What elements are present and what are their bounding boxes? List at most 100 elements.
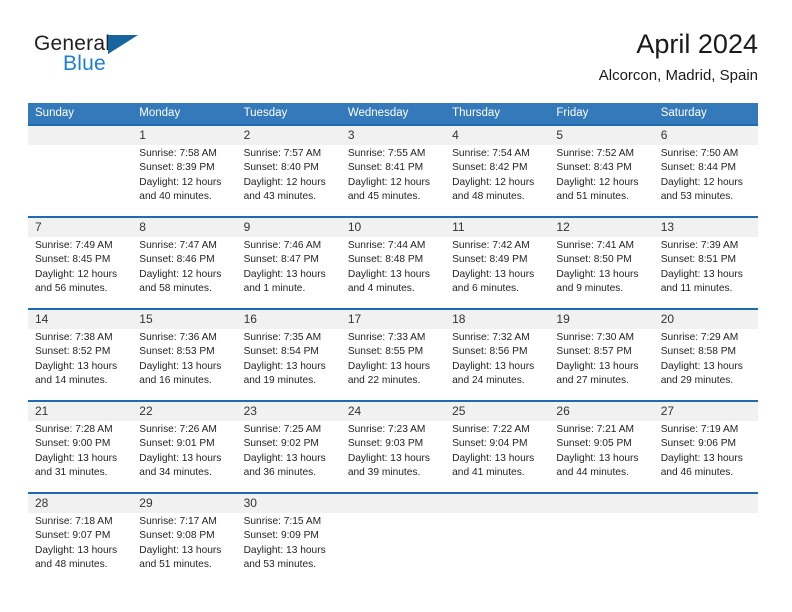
sunset-text: Sunset: 8:42 PM (452, 162, 528, 174)
weekday-header-monday: Monday (139, 107, 181, 119)
day-number: 9 (243, 220, 251, 234)
day-details (35, 145, 125, 147)
day-cell[interactable]: 3 Sunrise: 7:55 AM Sunset: 8:41 PM Dayli… (341, 126, 445, 216)
daylight-text-line2: and 11 minutes. (660, 283, 733, 295)
day-number: 3 (347, 128, 355, 142)
daylight-text-line1: Daylight: 13 hours (660, 452, 743, 464)
sunrise-text: Sunrise: 7:23 AM (347, 424, 426, 435)
day-cell[interactable]: 4 Sunrise: 7:54 AM Sunset: 8:42 PM Dayli… (445, 126, 549, 216)
day-cell[interactable]: 29 Sunrise: 7:17 AM Sunset: 9:08 PM Dayl… (132, 494, 236, 582)
sunset-text: Sunset: 8:57 PM (556, 346, 632, 358)
daylight-text-line1: Daylight: 13 hours (452, 452, 535, 464)
day-cell[interactable]: 11 Sunrise: 7:42 AM Sunset: 8:49 PM Dayl… (445, 218, 549, 308)
day-details: Sunrise: 7:52 AM Sunset: 8:43 PM Dayligh… (556, 145, 646, 205)
day-number: 19 (556, 312, 570, 326)
day-cell[interactable]: 25 Sunrise: 7:22 AM Sunset: 9:04 PM Dayl… (445, 402, 549, 492)
day-cell[interactable]: 20 Sunrise: 7:29 AM Sunset: 8:58 PM Dayl… (654, 310, 758, 400)
day-cell[interactable]: 5 Sunrise: 7:52 AM Sunset: 8:43 PM Dayli… (549, 126, 653, 216)
day-cell[interactable] (28, 126, 132, 216)
day-details (452, 513, 542, 515)
sunset-text: Sunset: 8:54 PM (243, 346, 319, 358)
day-cell[interactable]: 2 Sunrise: 7:57 AM Sunset: 8:40 PM Dayli… (237, 126, 341, 216)
day-details: Sunrise: 7:57 AM Sunset: 8:40 PM Dayligh… (244, 145, 334, 205)
day-cell[interactable]: 10 Sunrise: 7:44 AM Sunset: 8:48 PM Dayl… (341, 218, 445, 308)
day-details: Sunrise: 7:49 AM Sunset: 8:45 PM Dayligh… (35, 237, 125, 297)
daylight-text-line1: Daylight: 13 hours (35, 360, 118, 372)
daylight-text-line1: Daylight: 12 hours (243, 176, 326, 188)
day-number: 7 (35, 220, 42, 234)
day-details: Sunrise: 7:22 AM Sunset: 9:04 PM Dayligh… (452, 421, 542, 481)
sunrise-text: Sunrise: 7:32 AM (452, 332, 530, 343)
daylight-text-line1: Daylight: 13 hours (139, 544, 222, 556)
day-cell[interactable]: 30 Sunrise: 7:15 AM Sunset: 9:09 PM Dayl… (237, 494, 341, 582)
daylight-text-line2: and 14 minutes. (35, 375, 108, 387)
day-cell[interactable]: 26 Sunrise: 7:21 AM Sunset: 9:05 PM Dayl… (549, 402, 653, 492)
day-cell[interactable]: 16 Sunrise: 7:35 AM Sunset: 8:54 PM Dayl… (237, 310, 341, 400)
day-number: 12 (556, 220, 570, 234)
day-cell[interactable]: 7 Sunrise: 7:49 AM Sunset: 8:45 PM Dayli… (28, 218, 132, 308)
day-cell[interactable]: 27 Sunrise: 7:19 AM Sunset: 9:06 PM Dayl… (654, 402, 758, 492)
sunrise-text: Sunrise: 7:35 AM (243, 332, 322, 343)
day-cell[interactable]: 18 Sunrise: 7:32 AM Sunset: 8:56 PM Dayl… (445, 310, 549, 400)
day-cell[interactable]: 22 Sunrise: 7:26 AM Sunset: 9:01 PM Dayl… (132, 402, 236, 492)
sunset-text: Sunset: 9:09 PM (243, 530, 319, 542)
sunrise-text: Sunrise: 7:36 AM (139, 332, 217, 343)
sunrise-text: Sunrise: 7:44 AM (347, 240, 426, 251)
week-row: 1 Sunrise: 7:58 AM Sunset: 8:39 PM Dayli… (28, 124, 758, 216)
day-cell[interactable]: 23 Sunrise: 7:25 AM Sunset: 9:02 PM Dayl… (237, 402, 341, 492)
day-number: 21 (35, 404, 49, 418)
day-details: Sunrise: 7:18 AM Sunset: 9:07 PM Dayligh… (35, 513, 125, 573)
day-number: 4 (452, 128, 459, 142)
day-cell[interactable]: 28 Sunrise: 7:18 AM Sunset: 9:07 PM Dayl… (28, 494, 132, 582)
daylight-text-line1: Daylight: 13 hours (243, 544, 326, 556)
day-cell[interactable]: 8 Sunrise: 7:47 AM Sunset: 8:46 PM Dayli… (132, 218, 236, 308)
daylight-text-line2: and 40 minutes. (139, 191, 212, 203)
day-cell[interactable]: 13 Sunrise: 7:39 AM Sunset: 8:51 PM Dayl… (654, 218, 758, 308)
sunrise-text: Sunrise: 7:33 AM (347, 332, 426, 343)
week-row: 21 Sunrise: 7:28 AM Sunset: 9:00 PM Dayl… (28, 400, 758, 492)
day-cell[interactable] (549, 494, 653, 582)
daylight-text-line1: Daylight: 13 hours (556, 268, 639, 280)
day-cell[interactable]: 9 Sunrise: 7:46 AM Sunset: 8:47 PM Dayli… (237, 218, 341, 308)
sunset-text: Sunset: 9:08 PM (139, 530, 215, 542)
sunrise-text: Sunrise: 7:15 AM (243, 516, 322, 527)
day-cell[interactable]: 14 Sunrise: 7:38 AM Sunset: 8:52 PM Dayl… (28, 310, 132, 400)
sunrise-text: Sunrise: 7:26 AM (139, 424, 217, 435)
sunset-text: Sunset: 8:51 PM (660, 254, 737, 266)
daylight-text-line2: and 45 minutes. (347, 191, 421, 203)
daylight-text-line2: and 48 minutes. (452, 191, 525, 203)
daylight-text-line1: Daylight: 13 hours (556, 452, 639, 464)
daylight-text-line1: Daylight: 13 hours (660, 268, 743, 280)
day-details: Sunrise: 7:23 AM Sunset: 9:03 PM Dayligh… (348, 421, 438, 481)
day-details: Sunrise: 7:55 AM Sunset: 8:41 PM Dayligh… (348, 145, 438, 205)
day-details: Sunrise: 7:35 AM Sunset: 8:54 PM Dayligh… (244, 329, 334, 389)
calendar-page: General Blue April 2024 Alcorcon, Madrid… (0, 0, 792, 612)
sunset-text: Sunset: 8:47 PM (243, 254, 319, 266)
sunset-text: Sunset: 8:52 PM (35, 346, 111, 358)
day-details: Sunrise: 7:29 AM Sunset: 8:58 PM Dayligh… (661, 329, 751, 389)
day-number: 2 (243, 128, 251, 142)
week-row: 7 Sunrise: 7:49 AM Sunset: 8:45 PM Dayli… (28, 216, 758, 308)
day-number: 10 (347, 220, 362, 234)
day-cell[interactable]: 19 Sunrise: 7:30 AM Sunset: 8:57 PM Dayl… (549, 310, 653, 400)
day-cell[interactable] (445, 494, 549, 582)
general-blue-logo[interactable]: General Blue (34, 32, 244, 88)
day-cell[interactable]: 15 Sunrise: 7:36 AM Sunset: 8:53 PM Dayl… (132, 310, 236, 400)
day-cell[interactable] (654, 494, 758, 582)
day-cell[interactable] (341, 494, 445, 582)
sunset-text: Sunset: 8:45 PM (35, 254, 111, 266)
daylight-text-line2: and 27 minutes. (556, 375, 629, 387)
day-cell[interactable]: 12 Sunrise: 7:41 AM Sunset: 8:50 PM Dayl… (549, 218, 653, 308)
daylight-text-line1: Daylight: 12 hours (347, 176, 430, 188)
day-details (556, 513, 646, 515)
sunset-text: Sunset: 9:05 PM (556, 438, 632, 450)
day-cell[interactable]: 1 Sunrise: 7:58 AM Sunset: 8:39 PM Dayli… (132, 126, 236, 216)
day-cell[interactable]: 17 Sunrise: 7:33 AM Sunset: 8:55 PM Dayl… (341, 310, 445, 400)
day-cell[interactable]: 6 Sunrise: 7:50 AM Sunset: 8:44 PM Dayli… (654, 126, 758, 216)
sunrise-text: Sunrise: 7:19 AM (660, 424, 739, 435)
day-cell[interactable]: 24 Sunrise: 7:23 AM Sunset: 9:03 PM Dayl… (341, 402, 445, 492)
day-details: Sunrise: 7:21 AM Sunset: 9:05 PM Dayligh… (556, 421, 646, 481)
day-cell[interactable]: 21 Sunrise: 7:28 AM Sunset: 9:00 PM Dayl… (28, 402, 132, 492)
calendar-grid: Sunday Monday Tuesday Wednesday Thursday… (28, 103, 758, 582)
day-details: Sunrise: 7:15 AM Sunset: 9:09 PM Dayligh… (244, 513, 334, 573)
